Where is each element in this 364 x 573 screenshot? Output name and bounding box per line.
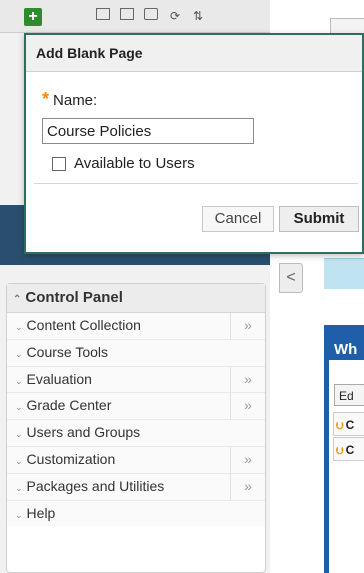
chevron-down-icon: ⌄: [15, 402, 23, 413]
name-label: Name:: [53, 92, 98, 109]
collapse-menu-button[interactable]: <: [279, 263, 303, 293]
chevron-up-icon: ⌃: [13, 294, 22, 305]
more-icon[interactable]: »: [230, 473, 265, 500]
module-title: Wh: [334, 341, 358, 358]
control-panel-item-grade-center[interactable]: ⌄ Grade Center»: [7, 393, 265, 421]
chevron-down-icon: ⮋: [336, 421, 344, 432]
control-panel-item-content-collection[interactable]: ⌄ Content Collection»: [7, 313, 265, 340]
required-star-icon: *: [42, 89, 50, 109]
control-panel: ⌃ Control Panel ⌄ Content Collection» ⌄ Cou…: [6, 283, 266, 573]
control-panel-item-course-tools[interactable]: ⌄ Course Tools: [7, 339, 265, 367]
module-item[interactable]: ⮋ C: [333, 437, 364, 461]
list-view-icon[interactable]: [96, 8, 110, 20]
chevron-down-icon: ⌄: [15, 322, 23, 332]
module-item[interactable]: ⮋ C: [333, 412, 364, 436]
new-window-icon[interactable]: [144, 8, 158, 20]
cancel-button[interactable]: Cancel: [202, 206, 274, 232]
chevron-down-icon: ⌄: [15, 509, 23, 520]
chevron-down-icon: ⌄: [15, 348, 23, 359]
page-name-input[interactable]: [42, 118, 254, 144]
chevron-down-icon: ⮋: [336, 446, 344, 457]
add-blank-page-dialog: Add Blank Page *Name: Available to Users…: [24, 33, 364, 254]
name-label-row: * Name:: [42, 89, 97, 110]
control-panel-item-evaluation[interactable]: ⌄ Evaluation»: [7, 366, 265, 394]
available-to-users-row[interactable]: Available to Users: [52, 155, 195, 172]
add-menu-item-button[interactable]: +: [24, 8, 42, 26]
sort-icon[interactable]: ⇅: [190, 8, 206, 24]
chevron-down-icon: ⌄: [15, 375, 23, 386]
available-label: Available to Users: [74, 155, 195, 172]
available-checkbox[interactable]: [52, 156, 66, 171]
more-icon[interactable]: »: [230, 366, 265, 393]
more-icon[interactable]: »: [230, 446, 265, 473]
module-edit-button[interactable]: Ed: [334, 384, 364, 406]
control-panel-item-help[interactable]: ⌄ Help: [7, 500, 265, 527]
more-icon[interactable]: »: [230, 393, 265, 420]
content-banner: [324, 258, 364, 289]
dialog-title: Add Blank Page: [26, 35, 362, 72]
control-panel-item-users-and-groups[interactable]: ⌄ Users and Groups: [7, 420, 265, 447]
dialog-divider: [34, 183, 358, 184]
chevron-down-icon: ⌄: [15, 482, 23, 493]
more-icon[interactable]: »: [230, 313, 265, 339]
control-panel-header[interactable]: ⌃ Control Panel: [7, 284, 265, 313]
chevron-down-icon: ⌄: [15, 455, 23, 466]
folder-view-icon[interactable]: [120, 8, 134, 20]
control-panel-item-packages-and-utilities[interactable]: ⌄ Packages and Utilities»: [7, 473, 265, 501]
course-menu-toolbar: + ⟳ ⇅: [0, 0, 270, 33]
submit-button[interactable]: Submit: [279, 206, 359, 232]
refresh-icon[interactable]: ⟳: [168, 8, 182, 24]
control-panel-item-customization[interactable]: ⌄ Customization»: [7, 446, 265, 474]
chevron-down-icon: ⌄: [15, 429, 23, 440]
